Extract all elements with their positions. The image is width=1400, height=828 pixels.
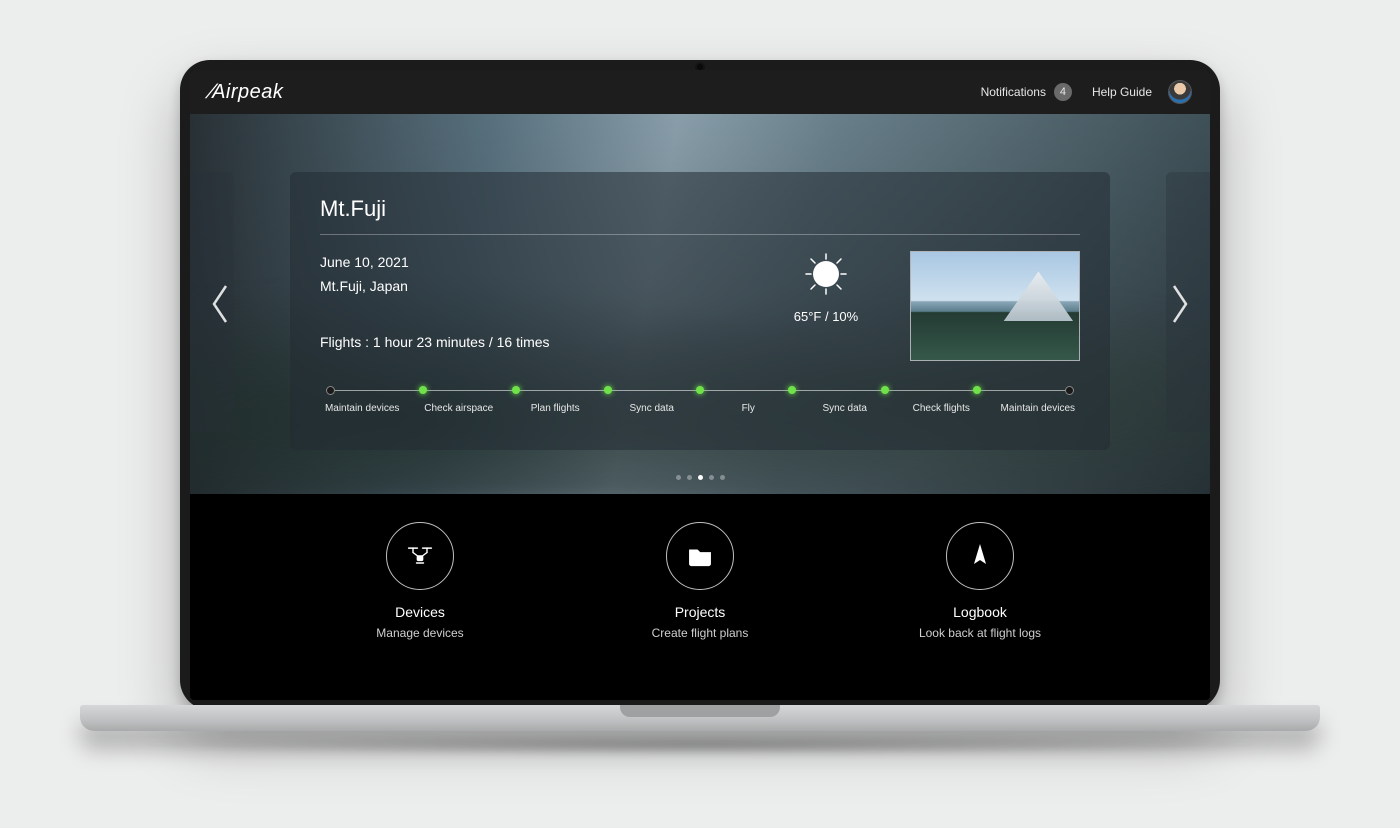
help-label: Help Guide: [1092, 85, 1152, 99]
card-weather: 65°F / 10%: [766, 253, 886, 324]
laptop-frame: /Airpeak Notifications 4 Help Guide: [180, 60, 1220, 710]
pager-dot[interactable]: [676, 475, 681, 480]
pipeline-step-dot: [604, 386, 612, 394]
hero-carousel: Mt.Fuji June 10, 2021 Mt.Fuji, Japan Fli…: [190, 114, 1210, 494]
card-flights: Flights : 1 hour 23 minutes / 16 times: [320, 331, 742, 355]
action-logbook[interactable]: Logbook Look back at flight logs: [885, 522, 1075, 640]
notifications-link[interactable]: Notifications 4: [981, 83, 1072, 101]
pager-dot[interactable]: [687, 475, 692, 480]
card-location: Mt.Fuji, Japan: [320, 275, 742, 299]
pipeline-step-label: Check flights: [899, 403, 983, 414]
pipeline-step-label: Check airspace: [417, 403, 501, 414]
folder-icon: [666, 522, 734, 590]
action-subtitle: Look back at flight logs: [919, 626, 1041, 640]
pipeline-endpoint: [1065, 386, 1074, 395]
pipeline-step-dot: [788, 386, 796, 394]
notifications-badge: 4: [1054, 83, 1072, 101]
card-info: June 10, 2021 Mt.Fuji, Japan Flights : 1…: [320, 251, 742, 354]
action-projects[interactable]: Projects Create flight plans: [605, 522, 795, 640]
pipeline-step-label: Sync data: [803, 403, 887, 414]
carousel-pager[interactable]: [190, 475, 1210, 480]
sun-icon: [805, 253, 847, 295]
card-weather-value: 65°F / 10%: [794, 309, 858, 324]
flight-card: Mt.Fuji June 10, 2021 Mt.Fuji, Japan Fli…: [290, 172, 1110, 450]
brand-logo[interactable]: /Airpeak: [208, 81, 283, 104]
divider: [320, 234, 1080, 235]
notifications-label: Notifications: [981, 85, 1046, 99]
laptop-lid: /Airpeak Notifications 4 Help Guide: [180, 60, 1220, 710]
pipeline-step-label: Maintain devices: [320, 403, 404, 414]
action-devices[interactable]: Devices Manage devices: [325, 522, 515, 640]
pipeline-step-dot: [419, 386, 427, 394]
app-screen: /Airpeak Notifications 4 Help Guide: [190, 70, 1210, 700]
action-title: Projects: [675, 604, 726, 620]
action-subtitle: Create flight plans: [652, 626, 749, 640]
action-title: Logbook: [953, 604, 1007, 620]
pipeline-endpoint: [326, 386, 335, 395]
pipeline-step-label: Sync data: [610, 403, 694, 414]
workflow-pipeline: Maintain devices Check airspace Plan fligh…: [320, 385, 1080, 414]
carousel-next[interactable]: [1168, 282, 1192, 326]
action-subtitle: Manage devices: [376, 626, 463, 640]
pipeline-step-dot: [696, 386, 704, 394]
topbar: /Airpeak Notifications 4 Help Guide: [190, 70, 1210, 114]
pipeline-step-dot: [512, 386, 520, 394]
bottom-actions: Devices Manage devices Projects Create flig…: [190, 494, 1210, 640]
card-title: Mt.Fuji: [320, 196, 1080, 222]
action-title: Devices: [395, 604, 445, 620]
pipeline-step-dot: [881, 386, 889, 394]
pipeline-step-label: Fly: [706, 403, 790, 414]
pager-dot[interactable]: [720, 475, 725, 480]
card-thumbnail[interactable]: [910, 251, 1080, 361]
carousel-prev[interactable]: [208, 282, 232, 326]
chevron-right-icon: [1168, 282, 1192, 326]
compass-icon: [946, 522, 1014, 590]
pipeline-step-label: Maintain devices: [996, 403, 1080, 414]
card-date: June 10, 2021: [320, 251, 742, 275]
pager-dot[interactable]: [709, 475, 714, 480]
laptop-shadow: [130, 734, 1270, 756]
avatar[interactable]: [1168, 80, 1192, 104]
laptop-base: [80, 705, 1320, 731]
pipeline-step-dot: [973, 386, 981, 394]
chevron-left-icon: [208, 282, 232, 326]
pager-dot[interactable]: [698, 475, 703, 480]
drone-icon: [386, 522, 454, 590]
pipeline-step-label: Plan flights: [513, 403, 597, 414]
help-link[interactable]: Help Guide: [1092, 85, 1152, 99]
